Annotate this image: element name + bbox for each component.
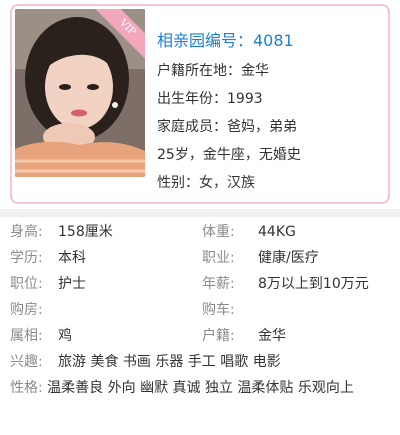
- family-members: 家庭成员：爸妈，弟弟: [157, 119, 297, 135]
- hukou-location: 户籍所在地：金华: [157, 63, 269, 79]
- personality-value: 温柔善良 外向 幽默 真诚 独立 温柔体贴 乐观向上: [47, 380, 354, 396]
- zodiac-value: 鸡: [58, 328, 72, 344]
- car-label: 购车:: [202, 302, 235, 318]
- detail-row-zodiac-hukou: 属相: 鸡 户籍: 金华: [10, 323, 395, 349]
- hobbies-value: 旅游 美食 书画 乐器 手工 唱歌 电影: [58, 354, 281, 370]
- hukou-label: 户籍:: [202, 328, 235, 344]
- detail-row-education-occupation: 学历: 本科 职业: 健康/医疗: [10, 245, 395, 271]
- weight-label: 体重:: [202, 224, 235, 240]
- profile-photo[interactable]: VIP: [15, 9, 145, 177]
- profile-id: 相亲园编号：4081: [157, 31, 294, 50]
- house-label: 购房:: [10, 302, 43, 318]
- height-value: 158厘米: [58, 224, 113, 240]
- occupation-label: 职业:: [202, 250, 235, 266]
- detail-section: 身高: 158厘米 体重: 44KG 学历: 本科 职业: 健康/医疗 职位: …: [10, 219, 395, 401]
- education-label: 学历:: [10, 250, 43, 266]
- occupation-value: 健康/医疗: [258, 250, 319, 266]
- personality-label: 性格:: [10, 380, 43, 396]
- hukou-value: 金华: [258, 328, 286, 344]
- salary-value: 8万以上到10万元: [258, 276, 369, 292]
- section-divider: [0, 209, 400, 217]
- detail-row-house-car: 购房: 购车:: [10, 297, 395, 323]
- position-label: 职位:: [10, 276, 43, 292]
- profile-card: VIP 相亲园编号：4081 户籍所在地：金华 出生年份：1993 家庭成员：爸…: [10, 4, 390, 204]
- detail-row-position-salary: 职位: 护士 年薪: 8万以上到10万元: [10, 271, 395, 297]
- profile-summary: 相亲园编号：4081 户籍所在地：金华 出生年份：1993 家庭成员：爸妈，弟弟…: [157, 28, 387, 199]
- position-value: 护士: [58, 276, 86, 292]
- weight-value: 44KG: [258, 224, 296, 240]
- detail-row-hobbies: 兴趣: 旅游 美食 书画 乐器 手工 唱歌 电影: [10, 349, 395, 375]
- age-zodiac-marital: 25岁，金牛座，无婚史: [157, 147, 301, 163]
- detail-row-personality: 性格: 温柔善良 外向 幽默 真诚 独立 温柔体贴 乐观向上: [10, 375, 395, 401]
- education-value: 本科: [58, 250, 86, 266]
- birth-year: 出生年份：1993: [157, 91, 263, 107]
- detail-row-height-weight: 身高: 158厘米 体重: 44KG: [10, 219, 395, 245]
- salary-label: 年薪:: [202, 276, 235, 292]
- height-label: 身高:: [10, 224, 43, 240]
- hobbies-label: 兴趣:: [10, 354, 43, 370]
- gender-ethnicity: 性别：女，汉族: [157, 175, 255, 191]
- zodiac-label: 属相:: [10, 328, 43, 344]
